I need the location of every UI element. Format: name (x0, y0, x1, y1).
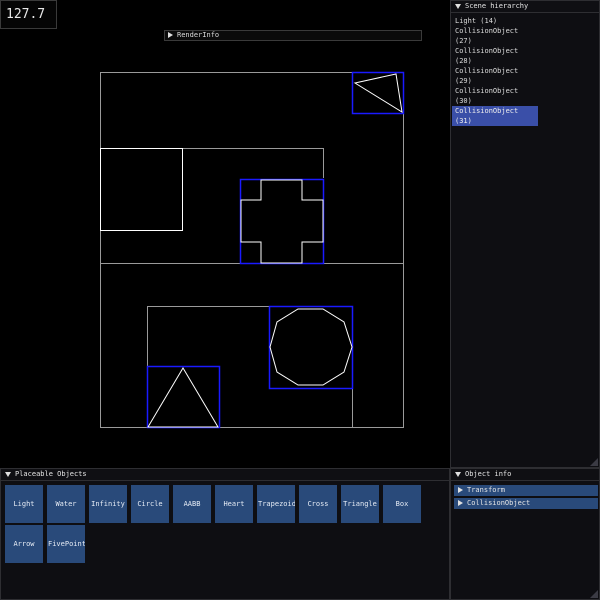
collapsed-arrow-icon (168, 32, 173, 38)
place-cross-button[interactable]: Cross (299, 485, 337, 523)
hierarchy-item-collision-object[interactable]: CollisionObject (27) (452, 26, 538, 46)
lower-inner-wall (147, 306, 270, 366)
bounding-box-triangle-top (351, 71, 405, 115)
cross-object[interactable] (240, 179, 324, 264)
expanded-arrow-icon (455, 471, 461, 477)
collapsed-arrow-icon (458, 487, 463, 493)
placeable-objects-panel: Placeable Objects Light Water Infinity C… (0, 468, 450, 600)
scene-hierarchy-title: Scene hierarchy (465, 2, 529, 10)
place-water-button[interactable]: Water (47, 485, 85, 523)
place-heart-button[interactable]: Heart (215, 485, 253, 523)
bounding-box-cross (239, 178, 325, 265)
resize-grip-icon[interactable] (590, 590, 598, 598)
expanded-arrow-icon (5, 471, 11, 477)
place-circle-button[interactable]: Circle (131, 485, 169, 523)
transform-label: Transform (467, 486, 505, 494)
place-arrow-button[interactable]: Arrow (5, 525, 43, 563)
bounding-box-triangle-bottom (146, 365, 221, 429)
object-info-panel: Object info Transform CollisionObject (450, 468, 600, 600)
hierarchy-item-collision-object[interactable]: CollisionObject (28) (452, 46, 538, 66)
scene-viewport[interactable] (0, 0, 450, 468)
place-light-button[interactable]: Light (5, 485, 43, 523)
box-object[interactable] (100, 148, 183, 231)
scene-hierarchy-panel: Scene hierarchy Light (14) CollisionObje… (450, 0, 600, 468)
hierarchy-item-collision-object[interactable]: CollisionObject (30) (452, 86, 538, 106)
object-info-title: Object info (465, 470, 512, 478)
placeable-objects-title: Placeable Objects (15, 470, 87, 478)
place-aabb-button[interactable]: AABB (173, 485, 211, 523)
placeable-objects-title-bar[interactable]: Placeable Objects (1, 469, 449, 481)
collapsed-arrow-icon (458, 500, 463, 506)
circle-object[interactable] (269, 308, 353, 386)
fps-counter: 127.7 (0, 0, 57, 29)
place-triangle-button[interactable]: Triangle (341, 485, 379, 523)
hierarchy-item-collision-object-selected[interactable]: CollisionObject (31) (452, 106, 538, 126)
object-info-title-bar[interactable]: Object info (451, 469, 599, 481)
render-info-header[interactable]: RenderInfo (164, 30, 422, 41)
triangle-object-bottom[interactable] (147, 367, 219, 428)
place-infinity-button[interactable]: Infinity (89, 485, 127, 523)
hierarchy-item-collision-object[interactable]: CollisionObject (29) (452, 66, 538, 86)
place-fivepoint-button[interactable]: FivePoint (47, 525, 85, 563)
upper-inner-wall (100, 148, 324, 178)
outer-wall (100, 72, 404, 428)
scene-walls (100, 72, 404, 428)
collision-object-section-header[interactable]: CollisionObject (454, 498, 598, 509)
place-box-button[interactable]: Box (383, 485, 421, 523)
transform-section-header[interactable]: Transform (454, 485, 598, 496)
expanded-arrow-icon (455, 3, 461, 9)
hierarchy-item-light[interactable]: Light (14) (452, 16, 538, 26)
collision-object-label: CollisionObject (467, 499, 531, 507)
scene-hierarchy-title-bar[interactable]: Scene hierarchy (451, 1, 599, 13)
render-info-label: RenderInfo (177, 31, 220, 39)
place-trapezoid-button[interactable]: Trapezoid (257, 485, 295, 523)
triangle-object-top[interactable] (353, 73, 403, 113)
resize-grip-icon[interactable] (590, 458, 598, 466)
